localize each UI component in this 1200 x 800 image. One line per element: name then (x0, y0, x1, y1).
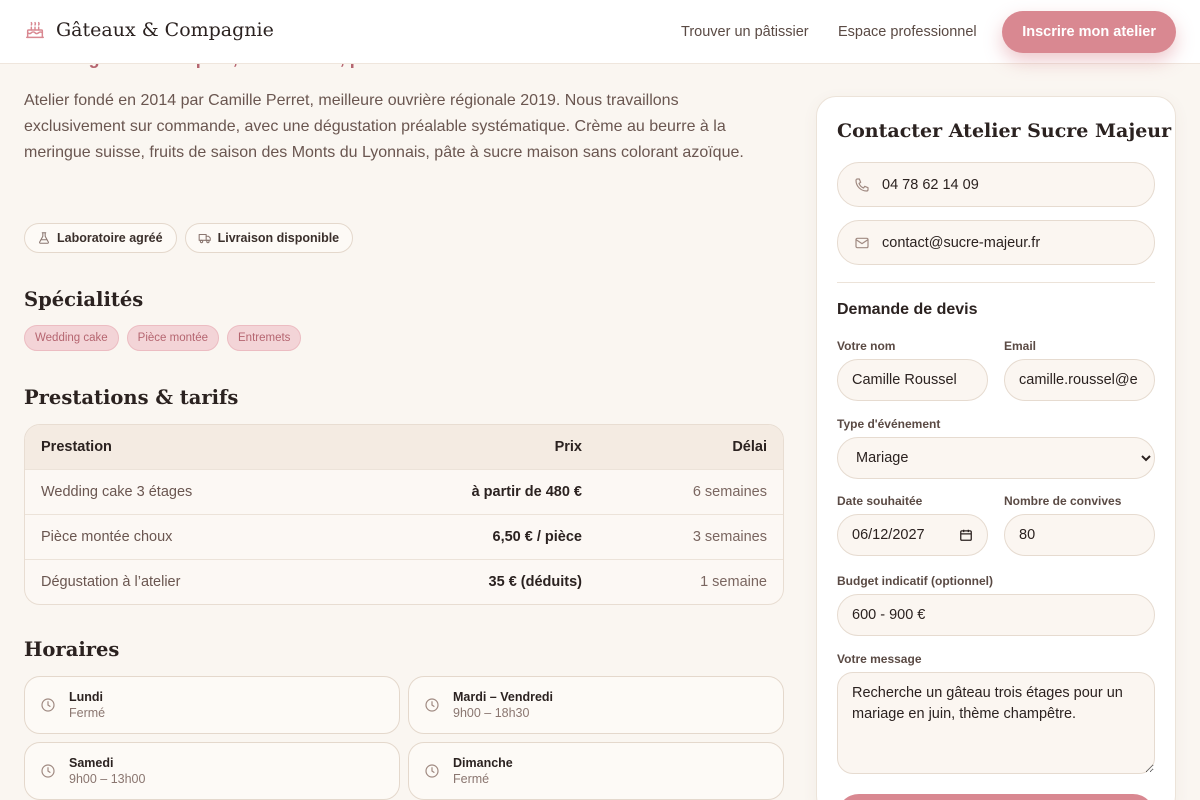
service-name: Wedding cake 3 étages (41, 484, 193, 500)
service-price: 35 € (déduits) (488, 574, 582, 590)
hours-time: Fermé (69, 706, 106, 720)
brand-name: Gâteaux & Compagnie (56, 19, 274, 41)
contact-card: Contacter Atelier Sucre Majeur 04 78 62 … (816, 96, 1176, 800)
clock-icon (41, 764, 55, 778)
budget-label: Budget indicatif (optionnel) (837, 574, 993, 588)
quote-form-title: Demande de devis (837, 301, 978, 318)
truck-icon (198, 233, 211, 244)
hours-time: Fermé (453, 772, 490, 786)
specialty-chip: Pièce montée (126, 325, 219, 351)
budget-input[interactable] (837, 594, 1155, 636)
specialty-chip: Entremets (227, 325, 302, 351)
email-input[interactable] (1004, 359, 1155, 401)
table-row: Dégustation à l’atelier 35 € (déduits) 1… (25, 559, 783, 604)
date-value: 06/12/2027 (852, 527, 925, 543)
date-input[interactable]: 06/12/2027 (837, 514, 988, 556)
service-price: à partir de 480 € (471, 484, 582, 500)
table-row: Wedding cake 3 étages à partir de 480 € … (25, 469, 783, 514)
hours-item: Lundi Fermé (24, 676, 400, 734)
nav-pro-space[interactable]: Espace professionnel (838, 24, 977, 40)
clock-icon (425, 698, 439, 712)
email-link[interactable]: contact@sucre-majeur.fr (837, 220, 1155, 265)
message-textarea[interactable]: Recherche un gâteau trois étages pour un… (837, 672, 1155, 774)
badge-label: Laboratoire agréé (57, 231, 163, 245)
phone-icon (855, 177, 869, 192)
specialty-chip: Wedding cake (24, 325, 119, 351)
card-divider (837, 282, 1155, 283)
phone-number: 04 78 62 14 09 (882, 176, 979, 193)
hours-day: Lundi (69, 690, 104, 704)
hours-day: Dimanche (453, 756, 513, 770)
message-label: Votre message (837, 652, 922, 666)
register-workshop-button[interactable]: Inscrire mon atelier (1002, 11, 1176, 53)
badge-label: Livraison disponible (217, 231, 340, 245)
date-label: Date souhaitée (837, 494, 923, 508)
phone-link[interactable]: 04 78 62 14 09 (837, 162, 1155, 207)
hours-grid: Lundi Fermé Mardi – Vendredi 9h00 – 18h30 … (24, 676, 784, 800)
event-type-label: Type d'événement (837, 417, 941, 431)
hours-time: 9h00 – 13h00 (69, 772, 146, 786)
pricing-title: Prestations & tarifs (24, 386, 239, 409)
service-name: Dégustation à l’atelier (41, 574, 181, 590)
nav-find-baker[interactable]: Trouver un pâtissier (681, 24, 809, 40)
hours-day: Samedi (69, 756, 114, 770)
badge-delivery: Livraison disponible (184, 223, 354, 253)
specialties-title: Spécialités (24, 288, 144, 311)
specialty-list: Wedding cake Pièce montée Entremets (24, 325, 302, 351)
guests-input[interactable] (1004, 514, 1155, 556)
hours-item: Dimanche Fermé (408, 742, 784, 800)
email-address: contact@sucre-majeur.fr (882, 234, 1041, 251)
guests-label: Nombre de convives (1004, 494, 1122, 508)
column-header: Prestation (41, 439, 112, 455)
clock-icon (41, 698, 55, 712)
service-delay: 3 semaines (692, 529, 767, 545)
column-header: Prix (554, 439, 582, 455)
event-type-select[interactable]: Mariage (837, 437, 1155, 479)
table-row: Pièce montée choux 6,50 € / pièce 3 sema… (25, 514, 783, 559)
badge-list: Laboratoire agréé Livraison disponible (24, 223, 354, 253)
email-label: Email (1004, 339, 1037, 353)
brand-logo[interactable]: Gâteaux & Compagnie (24, 19, 274, 41)
pricing-table: Prestation Prix Délai Wedding cake 3 éta… (24, 424, 784, 605)
hours-item: Mardi – Vendredi 9h00 – 18h30 (408, 676, 784, 734)
service-delay: 6 semaines (692, 484, 767, 500)
column-header: Délai (732, 439, 767, 455)
service-price: 6,50 € / pièce (492, 529, 582, 545)
name-input[interactable] (837, 359, 988, 401)
hours-time: 9h00 – 18h30 (453, 706, 530, 720)
flask-icon (39, 232, 49, 244)
mail-icon (855, 237, 869, 248)
submit-quote-button[interactable] (837, 794, 1155, 800)
site-header: Gâteaux & Compagnie Trouver un pâtissier… (0, 0, 1200, 64)
clock-icon (425, 764, 439, 778)
hours-title: Horaires (24, 638, 120, 661)
contact-title: Contacter Atelier Sucre Majeur (837, 120, 1172, 142)
table-header-row: Prestation Prix Délai (25, 425, 783, 469)
calendar-icon[interactable] (959, 528, 973, 542)
service-delay: 1 semaine (700, 574, 767, 590)
service-name: Pièce montée choux (41, 529, 173, 545)
profile-description: Atelier fondé en 2014 par Camille Perret… (24, 92, 744, 161)
cake-icon (26, 21, 44, 39)
hours-day: Mardi – Vendredi (453, 690, 554, 704)
hours-item: Samedi 9h00 – 13h00 (24, 742, 400, 800)
name-label: Votre nom (837, 339, 896, 353)
badge-lab: Laboratoire agréé (24, 223, 177, 253)
